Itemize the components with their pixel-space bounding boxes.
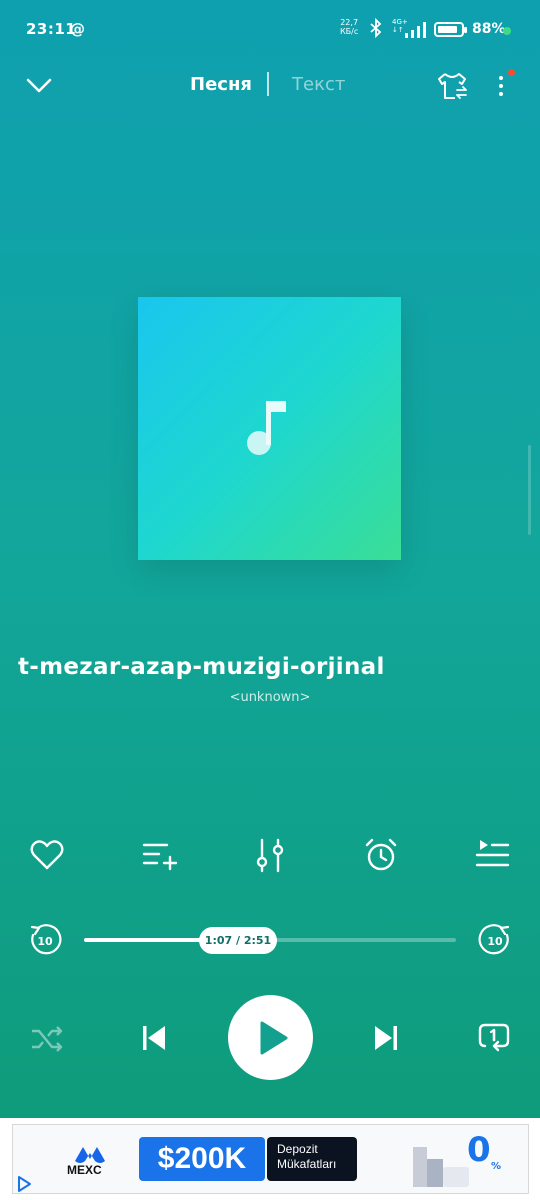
rewind-label: 10 bbox=[37, 935, 53, 948]
more-dot bbox=[499, 84, 503, 88]
status-time: 23:11 bbox=[26, 20, 77, 38]
more-dot bbox=[499, 76, 503, 80]
previous-icon[interactable] bbox=[138, 1022, 170, 1054]
ad-text: Depozit Mükafatları bbox=[267, 1137, 357, 1181]
forward-label: 10 bbox=[487, 935, 503, 948]
seek-thumb-time[interactable]: 1:07 / 2:51 bbox=[199, 927, 277, 954]
threads-icon: @ bbox=[70, 20, 85, 38]
music-note-icon bbox=[247, 401, 286, 455]
tab-divider bbox=[267, 72, 269, 96]
tab-lyrics[interactable]: Текст bbox=[292, 74, 345, 95]
network-speed-value: 22,7 bbox=[340, 18, 359, 27]
network-speed-unit: КБ/с bbox=[340, 27, 359, 36]
next-icon[interactable] bbox=[370, 1022, 402, 1054]
ad-banner[interactable]: MEXC $200K Depozit Mükafatları 0 % bbox=[0, 1118, 540, 1200]
rewind-icon: 10 bbox=[30, 924, 62, 955]
forward-icon: 10 bbox=[478, 924, 510, 955]
battery-icon bbox=[434, 22, 467, 37]
ad-badge-suffix: % bbox=[491, 1161, 501, 1172]
status-bar: 23:11 @ 22,7 КБ/с 4G+ ↓↑ 88% bbox=[0, 0, 540, 60]
ad-illustration: 0 % bbox=[413, 1130, 501, 1187]
play-icon bbox=[260, 1021, 288, 1055]
equalizer-icon[interactable] bbox=[252, 837, 288, 873]
network-speed: 22,7 КБ/с bbox=[340, 18, 358, 36]
notification-dot bbox=[508, 69, 515, 76]
forward-10-button[interactable]: 10 bbox=[477, 922, 513, 958]
more-dot bbox=[499, 92, 503, 96]
ad-brand: MEXC bbox=[67, 1163, 102, 1177]
rewind-10-button[interactable]: 10 bbox=[27, 922, 63, 958]
queue-icon[interactable] bbox=[474, 837, 510, 873]
more-vertical-icon[interactable] bbox=[490, 69, 515, 102]
ad-text-line1: Depozit bbox=[277, 1142, 318, 1156]
ad-badge: 0 bbox=[467, 1130, 491, 1170]
alarm-timer-icon[interactable] bbox=[363, 837, 399, 873]
heart-icon[interactable] bbox=[29, 837, 65, 873]
battery-fill bbox=[438, 26, 457, 33]
shuffle-icon[interactable] bbox=[30, 1022, 64, 1056]
chevron-down-icon[interactable] bbox=[24, 72, 54, 98]
ad-amount[interactable]: $200K bbox=[139, 1137, 265, 1181]
ad-text-line2: Mükafatları bbox=[277, 1157, 337, 1171]
song-title: t-mezar-azap-muzigi-orjinal bbox=[18, 654, 385, 680]
artist-name: <unknown> bbox=[229, 690, 311, 705]
bluetooth-icon bbox=[370, 18, 382, 38]
tab-song[interactable]: Песня bbox=[190, 74, 252, 95]
play-button[interactable] bbox=[228, 995, 313, 1080]
adchoices-icon[interactable] bbox=[13, 1173, 35, 1195]
privacy-indicator-dot bbox=[503, 27, 511, 35]
add-to-playlist-icon[interactable] bbox=[141, 837, 177, 873]
battery-percent: 88% bbox=[472, 21, 506, 37]
album-art bbox=[138, 297, 401, 560]
repeat-one-icon[interactable] bbox=[476, 1020, 512, 1056]
signal-icon bbox=[405, 22, 426, 38]
ad-creative[interactable]: MEXC $200K Depozit Mükafatları 0 % bbox=[12, 1124, 529, 1194]
theme-shirt-icon[interactable] bbox=[435, 70, 469, 102]
scroll-indicator bbox=[528, 445, 531, 535]
